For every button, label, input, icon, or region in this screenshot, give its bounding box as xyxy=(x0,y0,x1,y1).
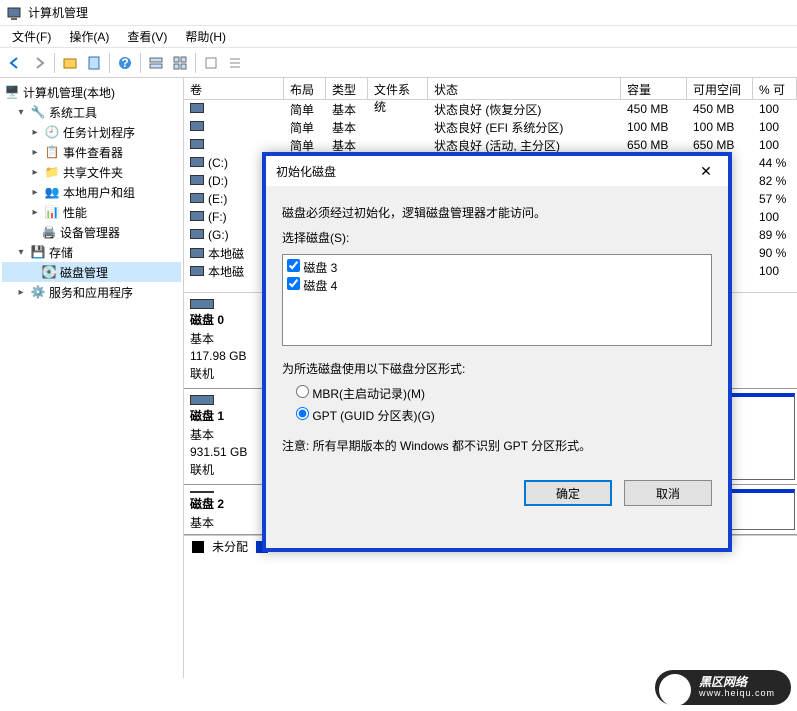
collapse-icon[interactable]: ▾ xyxy=(15,247,27,258)
disk-icon xyxy=(190,491,214,493)
tree-storage[interactable]: ▾💾存储 xyxy=(2,242,181,262)
menubar: 文件(F) 操作(A) 查看(V) 帮助(H) xyxy=(0,26,797,48)
dialog-titlebar: 初始化磁盘 ✕ xyxy=(266,156,728,186)
initialize-disk-dialog: 初始化磁盘 ✕ 磁盘必须经过初始化，逻辑磁盘管理器才能访问。 选择磁盘(S): … xyxy=(262,152,732,552)
disk-3-checkbox[interactable]: 磁盘 3 xyxy=(287,259,707,277)
titlebar: 计算机管理 xyxy=(0,0,797,26)
nav-tree: 🖥️计算机管理(本地) ▾🔧系统工具 ▸🕘任务计划程序 ▸📋事件查看器 ▸📁共享… xyxy=(0,78,184,678)
dialog-body: 磁盘必须经过初始化，逻辑磁盘管理器才能访问。 选择磁盘(S): 磁盘 3 磁盘 … xyxy=(266,186,728,472)
properties-button[interactable] xyxy=(83,52,105,74)
dialog-note: 注意: 所有早期版本的 Windows 都不识别 GPT 分区形式。 xyxy=(282,437,712,454)
mbr-radio[interactable]: MBR(主启动记录)(M) xyxy=(296,385,712,407)
tree-localusers[interactable]: ▸👥本地用户和组 xyxy=(2,182,181,202)
expand-icon[interactable]: ▸ xyxy=(15,287,27,298)
device-icon: 🖨️ xyxy=(41,224,57,240)
col-free[interactable]: 可用空间 xyxy=(687,78,753,99)
menu-view[interactable]: 查看(V) xyxy=(119,26,175,47)
users-icon: 👥 xyxy=(44,184,60,200)
legend-unalloc: 未分配 xyxy=(212,538,248,555)
tree-devmgr[interactable]: 🖨️设备管理器 xyxy=(2,222,181,242)
dialog-intro: 磁盘必须经过初始化，逻辑磁盘管理器才能访问。 xyxy=(282,204,712,221)
volume-grid-header: 卷 布局 类型 文件系统 状态 容量 可用空间 % 可 xyxy=(184,78,797,100)
ok-button[interactable]: 确定 xyxy=(524,480,612,506)
menu-file[interactable]: 文件(F) xyxy=(4,26,59,47)
volume-row[interactable]: 简单基本状态良好 (恢复分区)450 MB450 MB100 xyxy=(184,100,797,118)
partition-style-label: 为所选磁盘使用以下磁盘分区形式: xyxy=(282,360,712,377)
disk-icon: 💽 xyxy=(41,264,57,280)
tree-shared[interactable]: ▸📁共享文件夹 xyxy=(2,162,181,182)
tree-systools[interactable]: ▾🔧系统工具 xyxy=(2,102,181,122)
gpt-radio[interactable]: GPT (GUID 分区表)(G) xyxy=(296,407,712,429)
tree-services[interactable]: ▸⚙️服务和应用程序 xyxy=(2,282,181,302)
partition-style-radios: MBR(主启动记录)(M) GPT (GUID 分区表)(G) xyxy=(296,385,712,429)
col-layout[interactable]: 布局 xyxy=(284,78,326,99)
window-title: 计算机管理 xyxy=(28,4,88,21)
expand-icon[interactable]: ▸ xyxy=(29,207,41,218)
tools-icon: 🔧 xyxy=(30,104,46,120)
event-icon: 📋 xyxy=(44,144,60,160)
tree-root[interactable]: 🖥️计算机管理(本地) xyxy=(2,82,181,102)
view1-button[interactable] xyxy=(145,52,167,74)
watermark-url: www.heiqu.com xyxy=(699,689,775,699)
close-button[interactable]: ✕ xyxy=(694,159,718,183)
col-volume[interactable]: 卷 xyxy=(184,78,284,99)
computer-icon: 🖥️ xyxy=(4,84,20,100)
list-icon[interactable] xyxy=(224,52,246,74)
select-disk-label: 选择磁盘(S): xyxy=(282,229,712,246)
tree-diskmgmt[interactable]: 💽磁盘管理 xyxy=(2,262,181,282)
disk-select-list: 磁盘 3 磁盘 4 xyxy=(282,254,712,346)
menu-help[interactable]: 帮助(H) xyxy=(177,26,234,47)
clock-icon: 🕘 xyxy=(44,124,60,140)
app-icon xyxy=(6,5,22,21)
services-icon: ⚙️ xyxy=(30,284,46,300)
view2-button[interactable] xyxy=(169,52,191,74)
expand-icon[interactable]: ▸ xyxy=(29,147,41,158)
watermark: 黑区网络 www.heiqu.com xyxy=(655,670,791,705)
col-cap[interactable]: 容量 xyxy=(621,78,687,99)
collapse-icon[interactable]: ▾ xyxy=(15,107,27,118)
disk-icon xyxy=(190,299,214,309)
folder-icon: 📁 xyxy=(44,164,60,180)
help-button[interactable]: ? xyxy=(114,52,136,74)
dialog-title: 初始化磁盘 xyxy=(276,163,336,180)
forward-button[interactable] xyxy=(28,52,50,74)
col-type[interactable]: 类型 xyxy=(326,78,368,99)
expand-icon[interactable]: ▸ xyxy=(29,187,41,198)
disk-4-checkbox[interactable]: 磁盘 4 xyxy=(287,277,707,295)
menu-action[interactable]: 操作(A) xyxy=(61,26,117,47)
toolbar: ? xyxy=(0,48,797,78)
up-button[interactable] xyxy=(59,52,81,74)
svg-text:?: ? xyxy=(121,56,128,70)
tree-eventviewer[interactable]: ▸📋事件查看器 xyxy=(2,142,181,162)
cancel-button[interactable]: 取消 xyxy=(624,480,712,506)
disk-icon xyxy=(190,395,214,405)
tree-scheduler[interactable]: ▸🕘任务计划程序 xyxy=(2,122,181,142)
tree-perf[interactable]: ▸📊性能 xyxy=(2,202,181,222)
col-status[interactable]: 状态 xyxy=(428,78,621,99)
back-button[interactable] xyxy=(4,52,26,74)
expand-icon[interactable]: ▸ xyxy=(29,127,41,138)
dialog-buttons: 确定 取消 xyxy=(266,472,728,506)
storage-icon: 💾 xyxy=(30,244,46,260)
perf-icon: 📊 xyxy=(44,204,60,220)
volume-row[interactable]: 简单基本状态良好 (EFI 系统分区)100 MB100 MB100 xyxy=(184,118,797,136)
expand-icon[interactable]: ▸ xyxy=(29,167,41,178)
legend-unalloc-swatch xyxy=(192,541,204,553)
col-pct[interactable]: % 可 xyxy=(753,78,797,99)
col-fs[interactable]: 文件系统 xyxy=(368,78,428,99)
refresh-icon[interactable] xyxy=(200,52,222,74)
